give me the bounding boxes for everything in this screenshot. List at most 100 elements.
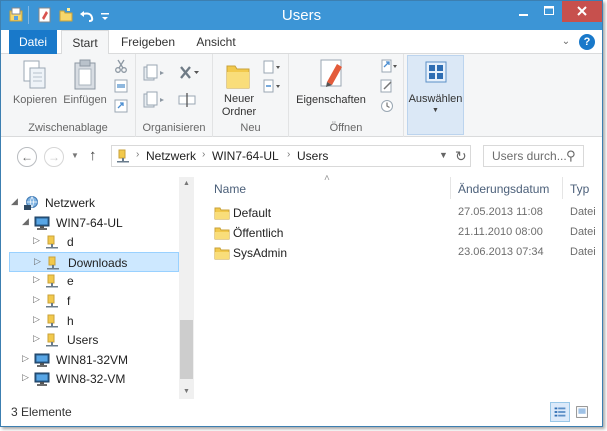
tree-item[interactable]: ▷ WIN8-32-VM bbox=[9, 369, 179, 389]
computer-icon bbox=[34, 216, 50, 230]
folder-tree: ◢ Netzwerk ◢ WIN7-64-UL ▷ d ▷ Downloads ▷ e ▷ f ▷ h ▷ U… bbox=[1, 177, 179, 399]
refresh-icon[interactable]: ↻ bbox=[455, 148, 467, 165]
tree-item[interactable]: ▷ Users bbox=[9, 330, 179, 350]
column-divider[interactable] bbox=[450, 177, 451, 199]
tree-item[interactable]: ▷ e bbox=[9, 271, 179, 291]
tree-item-label: Downloads bbox=[68, 255, 128, 270]
expand-arrow-icon[interactable]: ▷ bbox=[33, 314, 40, 325]
search-placeholder: Users durch... bbox=[492, 149, 567, 163]
file-type: Datei bbox=[570, 206, 596, 218]
breadcrumb-separator[interactable]: › bbox=[287, 149, 290, 160]
expand-arrow-icon[interactable]: ▷ bbox=[33, 274, 40, 285]
file-type: Datei bbox=[570, 246, 596, 258]
large-icons-view-icon[interactable] bbox=[572, 402, 592, 422]
group-neu: Neuer Ordner Neu bbox=[213, 54, 289, 137]
search-input[interactable]: Users durch... ⚲ bbox=[483, 145, 584, 167]
forward-icon[interactable]: → bbox=[44, 147, 64, 167]
scrollbar-thumb[interactable] bbox=[180, 320, 193, 379]
properties-button[interactable]: Eigenschaften bbox=[289, 94, 373, 106]
expand-arrow-icon[interactable]: ▷ bbox=[22, 372, 29, 383]
expand-arrow-icon[interactable]: ▷ bbox=[33, 294, 40, 305]
history-icon[interactable] bbox=[380, 99, 394, 113]
breadcrumb-separator[interactable]: › bbox=[136, 149, 139, 160]
address-history-dropdown-icon[interactable]: ▼ bbox=[439, 150, 448, 160]
breadcrumb-netzwerk[interactable]: Netzwerk bbox=[146, 149, 196, 163]
breadcrumb-separator[interactable]: › bbox=[202, 149, 205, 160]
expand-ribbon-icon[interactable]: ⌄ bbox=[559, 35, 573, 49]
file-name: Default bbox=[233, 206, 272, 220]
cut-icon[interactable] bbox=[114, 59, 128, 73]
expand-arrow-icon[interactable]: ▷ bbox=[22, 353, 29, 364]
tree-item[interactable]: ▷ d bbox=[9, 232, 179, 252]
address-bar[interactable]: › Netzwerk › WIN7-64-UL › Users ▼ ↻ bbox=[111, 145, 471, 167]
rename-icon[interactable] bbox=[178, 91, 198, 109]
new-folder-button-line1[interactable]: Neuer bbox=[217, 93, 261, 105]
breadcrumb-users[interactable]: Users bbox=[297, 149, 328, 163]
up-icon[interactable]: ↑ bbox=[89, 147, 97, 164]
paste-icon bbox=[74, 59, 96, 90]
tree-item-label: WIN8-32-VM bbox=[56, 372, 126, 387]
select-button[interactable]: Auswählen ▼ bbox=[407, 55, 464, 135]
share-folder-icon bbox=[46, 333, 58, 347]
share-folder-icon bbox=[47, 256, 59, 270]
tree-item[interactable]: ◢ WIN7-64-UL bbox=[9, 213, 179, 233]
collapse-arrow-icon[interactable]: ◢ bbox=[22, 216, 29, 227]
sort-indicator-icon: ˄ bbox=[324, 173, 330, 184]
folder-icon bbox=[214, 207, 230, 220]
collapse-arrow-icon[interactable]: ◢ bbox=[11, 196, 18, 207]
tree-item-label: d bbox=[67, 235, 74, 250]
select-dropdown-icon: ▼ bbox=[432, 107, 439, 114]
search-icon[interactable]: ⚲ bbox=[566, 148, 576, 164]
new-folder-icon bbox=[226, 65, 250, 89]
tab-freigeben[interactable]: Freigeben bbox=[113, 30, 183, 54]
edit-icon[interactable] bbox=[380, 79, 394, 93]
minimize-icon[interactable] bbox=[510, 1, 536, 22]
navigation-pane: ◢ Netzwerk ◢ WIN7-64-UL ▷ d ▷ Downloads ▷ e ▷ f ▷ h ▷ U… bbox=[1, 177, 194, 399]
expand-arrow-icon[interactable]: ▷ bbox=[33, 235, 40, 246]
paste-shortcut-icon[interactable] bbox=[114, 99, 128, 113]
expand-arrow-icon[interactable]: ▷ bbox=[33, 333, 40, 344]
properties-icon bbox=[320, 59, 342, 87]
tree-item[interactable]: ▷ Downloads bbox=[9, 251, 179, 272]
group-label-zwischenablage: Zwischenablage bbox=[28, 122, 108, 134]
help-icon[interactable]: ? bbox=[579, 34, 595, 50]
tab-datei[interactable]: Datei bbox=[9, 30, 57, 54]
column-header-type[interactable]: Typ bbox=[570, 179, 589, 199]
tree-item[interactable]: ▷ WIN81-32VM bbox=[9, 350, 179, 370]
tree-item[interactable]: ▷ f bbox=[9, 291, 179, 311]
details-view-icon[interactable] bbox=[550, 402, 570, 422]
recent-locations-dropdown-icon[interactable]: ▼ bbox=[71, 151, 79, 160]
scroll-up-icon[interactable]: ▲ bbox=[179, 177, 194, 191]
delete-icon[interactable] bbox=[178, 64, 200, 82]
file-row[interactable]: Default 27.05.2013 11:08 Datei bbox=[212, 203, 602, 223]
column-header-date[interactable]: Änderungsdatum bbox=[458, 179, 549, 199]
new-item-icon[interactable] bbox=[263, 60, 281, 74]
copy-button[interactable]: Kopieren bbox=[9, 94, 61, 106]
copy-to-icon[interactable] bbox=[143, 91, 165, 109]
column-header-name[interactable]: Name bbox=[214, 179, 246, 199]
paste-button[interactable]: Einfügen bbox=[59, 94, 111, 106]
maximize-icon[interactable] bbox=[536, 1, 562, 22]
tab-start[interactable]: Start bbox=[61, 30, 109, 55]
move-to-icon[interactable] bbox=[143, 64, 165, 82]
title-bar[interactable]: Users bbox=[1, 1, 602, 30]
open-icon[interactable] bbox=[380, 59, 398, 73]
select-icon bbox=[425, 61, 447, 83]
expand-arrow-icon[interactable]: ▷ bbox=[34, 256, 41, 267]
tree-item[interactable]: ▷ h bbox=[9, 311, 179, 331]
back-icon[interactable]: ← bbox=[17, 147, 37, 167]
easy-access-icon[interactable] bbox=[263, 79, 281, 93]
group-label-organisieren: Organisieren bbox=[142, 122, 206, 134]
new-folder-button-line2[interactable]: Ordner bbox=[217, 106, 261, 118]
breadcrumb-computer[interactable]: WIN7-64-UL bbox=[212, 149, 279, 163]
copy-path-icon[interactable] bbox=[114, 79, 128, 93]
file-row[interactable]: SysAdmin 23.06.2013 07:34 Datei bbox=[212, 243, 602, 263]
file-row[interactable]: Öffentlich 21.11.2010 08:00 Datei bbox=[212, 223, 602, 243]
scroll-down-icon[interactable]: ▼ bbox=[179, 385, 194, 399]
navigation-pane-scrollbar[interactable]: ▲ ▼ bbox=[179, 177, 194, 399]
tab-ansicht[interactable]: Ansicht bbox=[187, 30, 245, 54]
status-bar: 3 Elemente bbox=[1, 399, 602, 426]
tree-item[interactable]: ◢ Netzwerk bbox=[9, 193, 179, 213]
close-icon[interactable] bbox=[562, 1, 602, 22]
column-divider[interactable] bbox=[562, 177, 563, 199]
